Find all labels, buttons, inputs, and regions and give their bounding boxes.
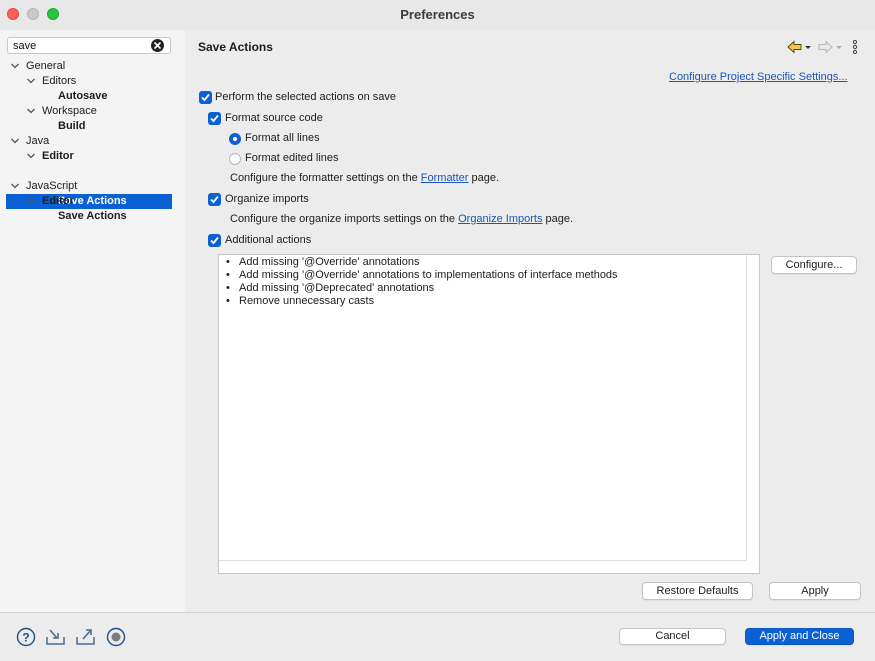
list-item: • Add missing '@Deprecated' annotations [226, 282, 434, 294]
preference-page: Save Actions Configure Project Specific … [185, 30, 875, 612]
additional-actions-label: Additional actions [225, 234, 312, 246]
format-all-lines-label: Format all lines [245, 132, 320, 144]
perform-actions-label: Perform the selected actions on save [215, 91, 396, 103]
tree-item-label: JavaScript [26, 180, 78, 192]
tree-item-java-editor[interactable]: Editor [0, 149, 185, 164]
chevron-down-icon[interactable] [26, 104, 36, 119]
tree-item-label: Workspace [42, 105, 97, 117]
tree-item-autosave[interactable]: Autosave [0, 89, 185, 104]
chevron-down-icon[interactable] [10, 134, 20, 149]
list-item-text: Add missing '@Deprecated' annotations [239, 282, 435, 294]
list-item-text: Add missing '@Override' annotations [239, 256, 420, 268]
organize-imports-checkbox[interactable] [208, 193, 221, 206]
tree-item-workspace[interactable]: Workspace [0, 104, 185, 119]
organize-hint-suffix: page. [545, 213, 574, 225]
preferences-sidebar: General Editors Autosave Workspace Build… [0, 30, 185, 612]
configure-button[interactable]: Configure... [771, 256, 857, 274]
bullet: • [226, 295, 230, 307]
format-all-lines-radio[interactable] [229, 133, 241, 145]
organize-hint-text: Configure the organize imports settings … [230, 213, 456, 225]
formatter-hint-suffix: page. [471, 172, 500, 184]
tree-item-javascript-editor[interactable]: Editor [0, 194, 185, 209]
chevron-down-icon[interactable] [26, 149, 36, 164]
tree-item-general[interactable]: General [0, 59, 185, 74]
preferences-window: Preferences General Editors Autosave [0, 0, 875, 661]
footer-divider [0, 612, 875, 613]
additional-actions-list[interactable]: • Add missing '@Override' annotations • Ad… [218, 254, 760, 574]
forward-arrow-icon [818, 40, 842, 54]
formatter-link[interactable]: Formatter [421, 172, 469, 184]
configure-project-settings-link[interactable]: Configure Project Specific Settings... [669, 71, 848, 83]
list-item: • Remove unnecessary casts [226, 295, 374, 307]
tree-item-javascript[interactable]: JavaScript [0, 179, 185, 194]
cancel-button[interactable]: Cancel [619, 628, 726, 645]
tree-item-label: Java [26, 135, 50, 147]
apply-button[interactable]: Apply [769, 582, 861, 600]
format-edited-lines-label: Format edited lines [245, 152, 339, 164]
chevron-down-icon[interactable] [26, 74, 36, 89]
bullet: • [226, 282, 230, 294]
tree-item-label: Save Actions [58, 210, 127, 222]
organize-imports-label: Organize imports [225, 193, 309, 205]
organize-imports-link[interactable]: Organize Imports [458, 213, 542, 225]
formatter-hint-text: Configure the formatter settings on the [230, 172, 418, 184]
list-item-text: Remove unnecessary casts [239, 295, 375, 307]
tree-item-javascript-save-actions[interactable]: Save Actions [0, 209, 185, 224]
back-arrow-icon[interactable] [787, 40, 811, 54]
chevron-down-icon[interactable] [10, 179, 20, 194]
list-item: • Add missing '@Override' annotations [226, 256, 419, 268]
window-title: Preferences [400, 7, 475, 22]
restore-defaults-button[interactable]: Restore Defaults [642, 582, 753, 600]
formatter-hint: Configure the formatter settings on the … [230, 172, 499, 184]
tree-item-label: Editors [42, 75, 77, 87]
additional-actions-checkbox[interactable] [208, 234, 221, 247]
help-icon[interactable]: ? [16, 627, 36, 647]
tree-item-label: Autosave [58, 90, 108, 102]
tree-item-label: Build [58, 120, 86, 132]
record-icon[interactable] [106, 627, 126, 647]
import-icon[interactable] [45, 627, 65, 647]
more-menu-icon[interactable] [851, 39, 859, 55]
tree-item-label: Editor [42, 195, 74, 207]
format-source-checkbox[interactable] [208, 112, 221, 125]
chevron-down-icon[interactable] [10, 59, 20, 74]
tree-item-java[interactable]: Java [0, 134, 185, 149]
format-edited-lines-radio[interactable] [229, 153, 241, 165]
bullet: • [226, 269, 230, 281]
export-icon[interactable] [75, 627, 95, 647]
clear-search-icon[interactable] [151, 39, 164, 52]
tree-item-build[interactable]: Build [0, 119, 185, 134]
format-source-label: Format source code [225, 112, 323, 124]
svg-text:?: ? [22, 631, 29, 645]
organize-imports-hint: Configure the organize imports settings … [230, 213, 573, 225]
list-item-text: Add missing '@Override' annotations to i… [239, 269, 618, 281]
filter-search-box[interactable] [7, 37, 171, 54]
filter-search-input[interactable] [13, 38, 148, 53]
title-bar: Preferences [0, 0, 875, 30]
list-item: • Add missing '@Override' annotations to … [226, 269, 618, 281]
perform-actions-checkbox[interactable] [199, 91, 212, 104]
bullet: • [226, 256, 230, 268]
tree-item-label: General [26, 60, 66, 72]
apply-and-close-button[interactable]: Apply and Close [745, 628, 854, 645]
page-title: Save Actions [198, 40, 273, 54]
chevron-down-icon[interactable] [26, 194, 36, 209]
tree-item-editors[interactable]: Editors [0, 74, 185, 89]
tree-item-label: Editor [42, 150, 74, 162]
